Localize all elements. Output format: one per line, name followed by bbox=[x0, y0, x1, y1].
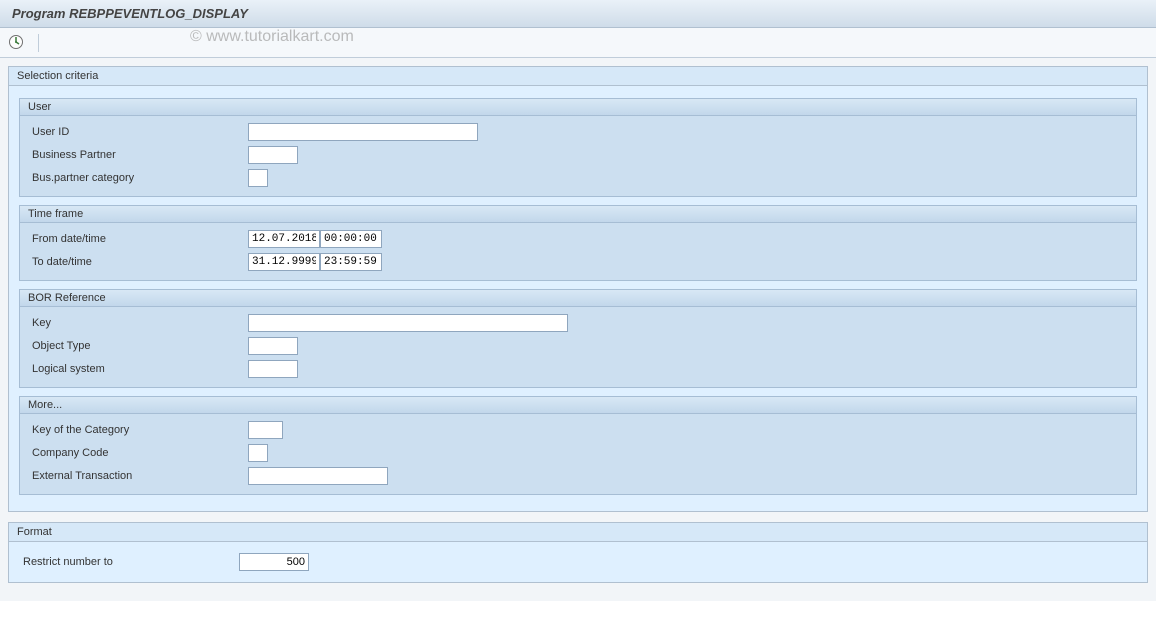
object-type-input[interactable] bbox=[248, 337, 298, 355]
category-key-row: Key of the Category bbox=[28, 419, 1128, 441]
more-group-title: More... bbox=[20, 397, 1136, 414]
user-id-label: User ID bbox=[28, 126, 248, 138]
timeframe-group: Time frame From date/time To date/time bbox=[19, 205, 1137, 281]
category-key-label: Key of the Category bbox=[28, 424, 248, 436]
business-partner-label: Business Partner bbox=[28, 149, 248, 161]
bor-key-label: Key bbox=[28, 317, 248, 329]
bp-category-input[interactable] bbox=[248, 169, 268, 187]
bp-category-row: Bus.partner category bbox=[28, 167, 1128, 189]
external-transaction-input[interactable] bbox=[248, 467, 388, 485]
user-group: User User ID Business Partner Bus.partne… bbox=[19, 98, 1137, 197]
external-transaction-label: External Transaction bbox=[28, 470, 248, 482]
bp-category-label: Bus.partner category bbox=[28, 172, 248, 184]
to-date-row: To date/time bbox=[28, 251, 1128, 273]
company-code-label: Company Code bbox=[28, 447, 248, 459]
from-date-input[interactable] bbox=[248, 230, 320, 248]
from-date-row: From date/time bbox=[28, 228, 1128, 250]
user-id-input[interactable] bbox=[248, 123, 478, 141]
object-type-label: Object Type bbox=[28, 340, 248, 352]
restrict-number-row: Restrict number to bbox=[19, 551, 1137, 573]
bor-key-row: Key bbox=[28, 312, 1128, 334]
category-key-input[interactable] bbox=[248, 421, 283, 439]
timeframe-group-title: Time frame bbox=[20, 206, 1136, 223]
company-code-row: Company Code bbox=[28, 442, 1128, 464]
toolbar: © www.tutorialkart.com bbox=[0, 28, 1156, 58]
bor-reference-group: BOR Reference Key Object Type Logical sy… bbox=[19, 289, 1137, 388]
to-date-label: To date/time bbox=[28, 256, 248, 268]
user-id-row: User ID bbox=[28, 121, 1128, 143]
title-bar: Program REBPPEVENTLOG_DISPLAY bbox=[0, 0, 1156, 28]
logical-system-row: Logical system bbox=[28, 358, 1128, 380]
watermark: © www.tutorialkart.com bbox=[190, 28, 354, 46]
object-type-row: Object Type bbox=[28, 335, 1128, 357]
format-group: Format Restrict number to bbox=[8, 522, 1148, 583]
selection-criteria-title: Selection criteria bbox=[9, 67, 1147, 86]
bor-reference-title: BOR Reference bbox=[20, 290, 1136, 307]
from-date-label: From date/time bbox=[28, 233, 248, 245]
page-title: Program REBPPEVENTLOG_DISPLAY bbox=[12, 6, 248, 21]
toolbar-divider bbox=[38, 34, 39, 52]
selection-criteria-group: Selection criteria User User ID Business… bbox=[8, 66, 1148, 512]
logical-system-label: Logical system bbox=[28, 363, 248, 375]
bor-key-input[interactable] bbox=[248, 314, 568, 332]
from-time-input[interactable] bbox=[320, 230, 382, 248]
format-title: Format bbox=[9, 523, 1147, 542]
user-group-title: User bbox=[20, 99, 1136, 116]
more-group: More... Key of the Category Company Code… bbox=[19, 396, 1137, 495]
company-code-input[interactable] bbox=[248, 444, 268, 462]
execute-icon[interactable] bbox=[8, 34, 26, 52]
business-partner-row: Business Partner bbox=[28, 144, 1128, 166]
content-area: Selection criteria User User ID Business… bbox=[0, 58, 1156, 601]
to-time-input[interactable] bbox=[320, 253, 382, 271]
business-partner-input[interactable] bbox=[248, 146, 298, 164]
restrict-number-label: Restrict number to bbox=[19, 556, 239, 568]
to-date-input[interactable] bbox=[248, 253, 320, 271]
restrict-number-input[interactable] bbox=[239, 553, 309, 571]
external-transaction-row: External Transaction bbox=[28, 465, 1128, 487]
logical-system-input[interactable] bbox=[248, 360, 298, 378]
